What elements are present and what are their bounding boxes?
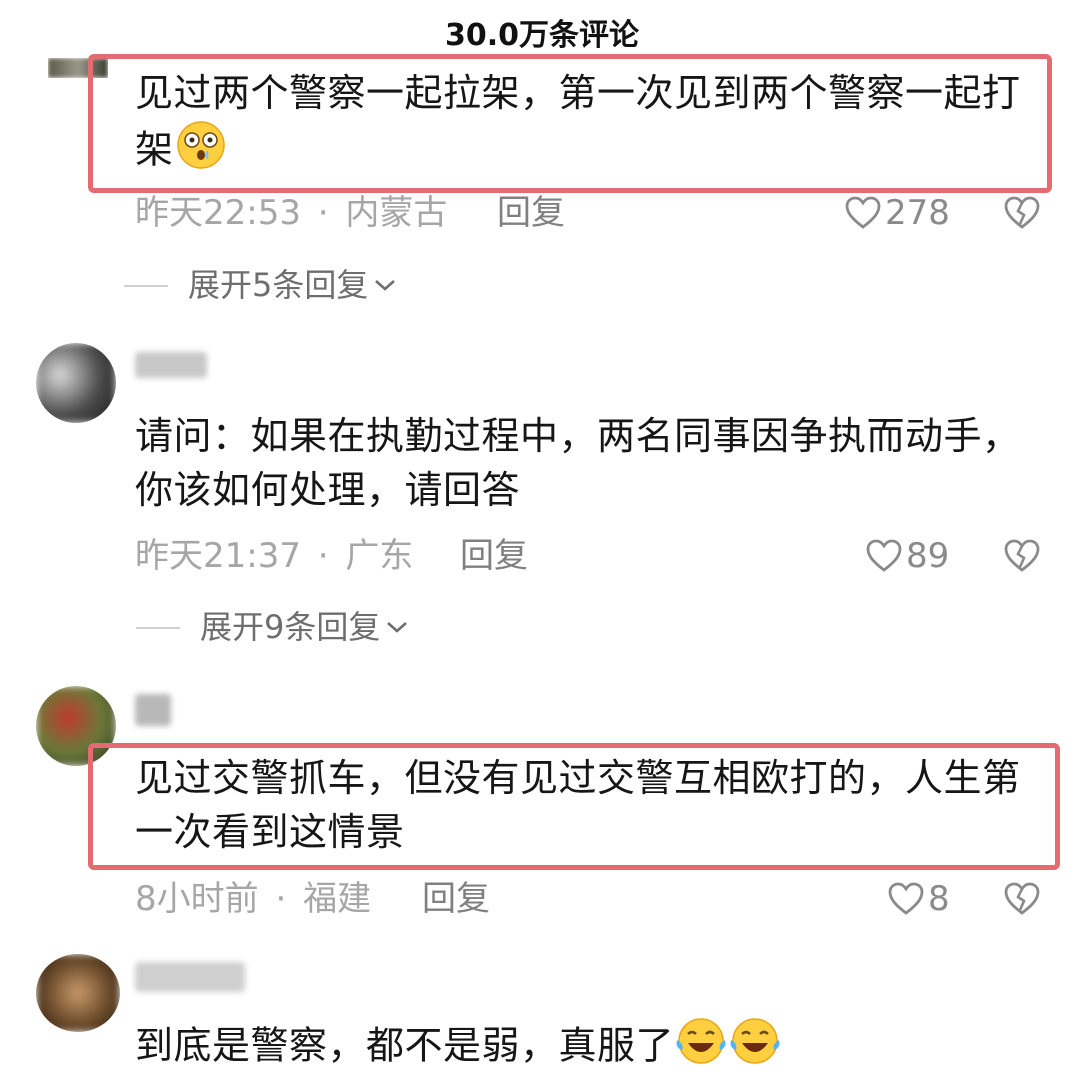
comment-3-like-count: 8 <box>928 879 950 919</box>
comment-3-meta: 8小时前 · 福建 <box>135 879 371 919</box>
comment-1-reply-button[interactable]: 回复 <box>497 193 565 233</box>
comment-4-text-block: 到底是警察，都不是弱，真服了 <box>135 1016 1055 1080</box>
comment-3-text: 见过交警抓车，但没有见过交警互相欧打的，人生第一次看到这情景 <box>135 756 1021 854</box>
broken-heart-icon <box>1004 196 1040 229</box>
meta-separator: · <box>317 193 329 233</box>
comment-2-username-blurred[interactable] <box>135 352 207 378</box>
expand-divider-line <box>136 627 180 629</box>
broken-heart-icon <box>1004 539 1040 572</box>
comment-1-dislike-button[interactable] <box>1004 196 1040 234</box>
comment-2-like-count: 89 <box>906 536 950 576</box>
comment-2-avatar[interactable] <box>36 343 116 423</box>
comment-1-like-count: 278 <box>885 193 950 233</box>
chevron-down-icon <box>387 622 408 633</box>
comment-4-avatar[interactable] <box>36 954 120 1032</box>
comment-2-expand-replies[interactable]: 展开9条回复 <box>200 607 408 647</box>
heart-icon <box>845 196 881 229</box>
comment-2-dislike-button[interactable] <box>1004 539 1040 577</box>
comment-count-title: 30.0万条评论 <box>444 18 640 53</box>
heart-icon <box>888 882 924 915</box>
comment-1-time: 昨天22:53 <box>135 193 301 233</box>
comment-3-time: 8小时前 <box>135 879 259 919</box>
meta-separator: · <box>275 879 287 919</box>
chevron-down-icon <box>375 280 396 291</box>
comment-3-username-blurred[interactable] <box>135 694 171 726</box>
comment-3-reply-button[interactable]: 回复 <box>422 879 490 919</box>
comment-4-text: 到底是警察，都不是弱，真服了 <box>135 1023 675 1068</box>
comment-1-expand-replies[interactable]: 展开5条回复 <box>188 265 396 305</box>
comment-4-username-blurred[interactable] <box>135 962 245 992</box>
expand-divider-line <box>124 285 168 287</box>
comment-3-location: 福建 <box>303 879 372 919</box>
comment-2-reply-button[interactable]: 回复 <box>460 536 528 576</box>
flushed-face-emoji-icon <box>174 120 228 184</box>
heart-icon <box>866 539 902 572</box>
comment-2-like-button[interactable]: 89 <box>866 536 949 576</box>
comment-1-text-block: 见过两个警察一起拉架，第一次见到两个警察一起打架 <box>135 66 1055 184</box>
comment-2-expand-label: 展开9条回复 <box>200 608 381 646</box>
broken-heart-icon <box>1004 882 1040 915</box>
comment-1-location: 内蒙古 <box>345 193 448 233</box>
tears-of-joy-emoji-icon <box>728 1016 782 1080</box>
comment-1-text: 见过两个警察一起拉架，第一次见到两个警察一起打架 <box>135 71 1021 172</box>
comment-3-dislike-button[interactable] <box>1004 882 1040 920</box>
comment-1-like-button[interactable]: 278 <box>845 193 950 233</box>
comment-1-expand-label: 展开5条回复 <box>188 266 369 304</box>
meta-separator: · <box>317 536 329 576</box>
comment-1-meta: 昨天22:53 · 内蒙古 <box>135 193 447 233</box>
comment-2-text: 请问：如果在执勤过程中，两名同事因争执而动手，你该如何处理，请回答 <box>135 414 1021 512</box>
comment-2-location: 广东 <box>345 536 414 576</box>
comment-3-like-button[interactable]: 8 <box>888 879 950 919</box>
tears-of-joy-emoji-icon <box>674 1016 728 1080</box>
comment-2-meta: 昨天21:37 · 广东 <box>135 536 413 576</box>
comment-2-time: 昨天21:37 <box>135 536 301 576</box>
